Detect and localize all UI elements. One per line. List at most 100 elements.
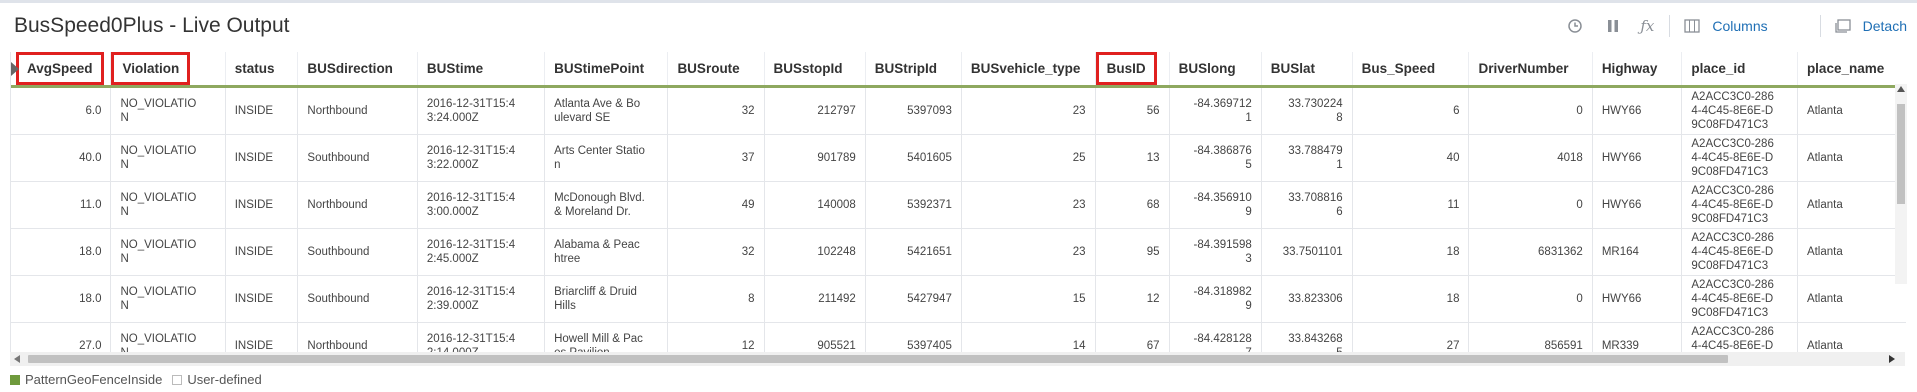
table-cell: A2ACC3C0-2864-4C45-8E6E-D9C08FD471C3 (1681, 275, 1798, 323)
toolbar: ƒx Columns Detach (1563, 14, 1917, 38)
table-cell: -84.369712 1 (1169, 86, 1262, 135)
table-cell: Northbound (297, 322, 418, 352)
columns-icon[interactable] (1680, 14, 1704, 38)
column-header-label: DriverNumber (1478, 61, 1569, 76)
table-cell: NO_VIOLATION (110, 86, 226, 135)
table-row[interactable]: 18.0 NO_VIOLATIO N INSIDE Southbound 2016-12-… (11, 275, 1906, 323)
table-cell: 0 (1468, 275, 1593, 323)
column-header-buslong[interactable]: BUSlong (1169, 52, 1262, 88)
legend-item-user-defined[interactable]: User-defined (172, 372, 262, 387)
column-header-buslat[interactable]: BUSlat (1261, 52, 1353, 88)
table-cell: 211492 (764, 275, 866, 323)
table-cell: Howell Mill & Paces Pavilion (544, 322, 669, 352)
table-cell: 2016-12-31T15:42:14.000Z (417, 322, 546, 352)
table-cell: A2ACC3C0-2864-4C45-8E6E-D9C08FD471C3 (1681, 228, 1798, 276)
scroll-left-arrow-icon[interactable] (14, 355, 20, 363)
table-cell: 2016-12-31T15:4 3:24.000Z (417, 86, 546, 135)
table-cell: 13 (1095, 134, 1170, 182)
table-cell: INSIDE (225, 181, 299, 229)
table-cell: 905521 (764, 322, 866, 352)
table-cell: INSIDE (225, 228, 299, 276)
table-cell: Southbound (297, 228, 418, 276)
table-row[interactable]: 11.0 NO_VIOLATIO N INSIDE Northbound 2016-12-… (11, 181, 1906, 229)
column-header-drivernumber[interactable]: DriverNumber (1468, 52, 1593, 88)
table-cell: INSIDE (225, 134, 299, 182)
column-header-violation[interactable]: Violation (110, 52, 226, 88)
column-header-place-name[interactable]: place_name (1797, 52, 1906, 88)
table-row[interactable]: 6.0 NO_VIOLATIO N INSIDE Northbound 2016-12-3… (11, 86, 1906, 135)
column-header-status[interactable]: status (225, 52, 299, 88)
header-row: AvgSpeed Violation status BUSdirection BUSti… (11, 52, 1906, 88)
table-cell: INSIDE (225, 322, 299, 352)
toolbar-divider (1669, 15, 1671, 37)
table-cell: 102248 (764, 228, 866, 276)
detach-button[interactable]: Detach (1863, 18, 1907, 34)
table-cell: -84.391598 3 (1169, 228, 1262, 276)
column-header-label: BUStime (426, 61, 484, 76)
function-icon[interactable]: ƒx (1635, 14, 1659, 38)
table-cell: A2ACC3C0-2864-4C45-8E6E-D9C08FD471C3 (1681, 86, 1798, 135)
table-cell: HWY66 (1592, 86, 1683, 135)
table-row[interactable]: 18.0 NO_VIOLATIO N INSIDE Southbound 2016-12-… (11, 228, 1906, 276)
column-header-busdirection[interactable]: BUSdirection (297, 52, 418, 88)
scroll-right-arrow-icon[interactable] (1889, 355, 1895, 363)
pause-icon[interactable] (1601, 14, 1625, 38)
column-header-busstopid[interactable]: BUSstopId (764, 52, 866, 88)
table-cell: 33.730224 8 (1261, 86, 1353, 135)
scroll-up-arrow-icon[interactable] (1897, 86, 1905, 92)
expand-triangle-icon[interactable] (11, 62, 19, 76)
column-header-label: BUSvehicle_type (970, 61, 1081, 76)
column-header-busroute[interactable]: BUSroute (667, 52, 765, 88)
table-cell: 18.0 (11, 275, 112, 323)
page-title: BusSpeed0Plus - Live Output (14, 14, 290, 37)
column-header-highway[interactable]: Highway (1592, 52, 1683, 88)
table-cell: Northbound (297, 86, 418, 135)
toolbar-divider (1819, 15, 1821, 37)
table-cell: 33.7501101 (1261, 228, 1353, 276)
column-header-label: BUStimePoint (554, 61, 645, 76)
legend-item-pattern[interactable]: PatternGeoFenceInside (10, 372, 162, 387)
column-header-place-id[interactable]: place_id (1681, 52, 1798, 88)
clock-icon[interactable] (1563, 14, 1587, 38)
column-header-label: AvgSpeed (16, 52, 104, 84)
table-cell: 14 (961, 322, 1096, 352)
columns-button[interactable]: Columns (1712, 18, 1767, 34)
table-cell: 901789 (764, 134, 866, 182)
column-header-bustimepoint[interactable]: BUStimePoint (544, 52, 669, 88)
column-header-bustripid[interactable]: BUStripId (865, 52, 962, 88)
table-cell: A2ACC3C0-2864-4C45-8E6E-D9C08FD471C3 (1681, 181, 1798, 229)
table-cell: 33.708816 6 (1261, 181, 1353, 229)
table-cell: 12 (667, 322, 765, 352)
table-cell: NO_VIOLATION (110, 181, 226, 229)
column-header-bus-speed[interactable]: Bus_Speed (1352, 52, 1470, 88)
table-cell: McDonough Blvd. & Moreland Dr. (544, 181, 669, 229)
detach-icon[interactable] (1831, 14, 1855, 38)
column-header-bustime[interactable]: BUStime (417, 52, 546, 88)
column-header-label: Highway (1601, 61, 1658, 76)
column-header-busvehicle-type[interactable]: BUSvehicle_type (961, 52, 1096, 88)
table-cell: -84.318982 9 (1169, 275, 1262, 323)
column-header-busid[interactable]: BusID (1095, 52, 1170, 88)
table-cell: 5427947 (865, 275, 962, 323)
table-row[interactable]: 27.0NO_VIOLATIONINSIDENorthbound2016-12-… (11, 322, 1906, 352)
table-cell: 5397405 (865, 322, 962, 352)
table-cell: Northbound (297, 181, 418, 229)
table-cell: 2016-12-31T15:4 2:45.000Z (417, 228, 546, 276)
table-cell: 4018 (1468, 134, 1593, 182)
table-cell: HWY66 (1592, 275, 1683, 323)
table-cell: 18 (1352, 275, 1470, 323)
table-cell: 0 (1468, 86, 1593, 135)
table-cell: 40.0 (11, 134, 112, 182)
horizontal-scroll-thumb[interactable] (28, 355, 1728, 363)
table-cell: 32 (667, 86, 765, 135)
table-cell: HWY66 (1592, 181, 1683, 229)
table-cell: 2016-12-31T15:4 3:00.000Z (417, 181, 546, 229)
vertical-scroll-thumb[interactable] (1897, 104, 1905, 204)
vertical-scrollbar[interactable] (1895, 84, 1907, 284)
table-cell: HWY66 (1592, 134, 1683, 182)
table-cell: 11.0 (11, 181, 112, 229)
table-row[interactable]: 40.0 NO_VIOLATIO N INSIDE Southbound 2016-12-… (11, 134, 1906, 182)
table-cell: Atlanta (1797, 228, 1906, 276)
column-header-avgspeed[interactable]: AvgSpeed (11, 52, 112, 88)
horizontal-scrollbar[interactable] (10, 352, 1905, 366)
